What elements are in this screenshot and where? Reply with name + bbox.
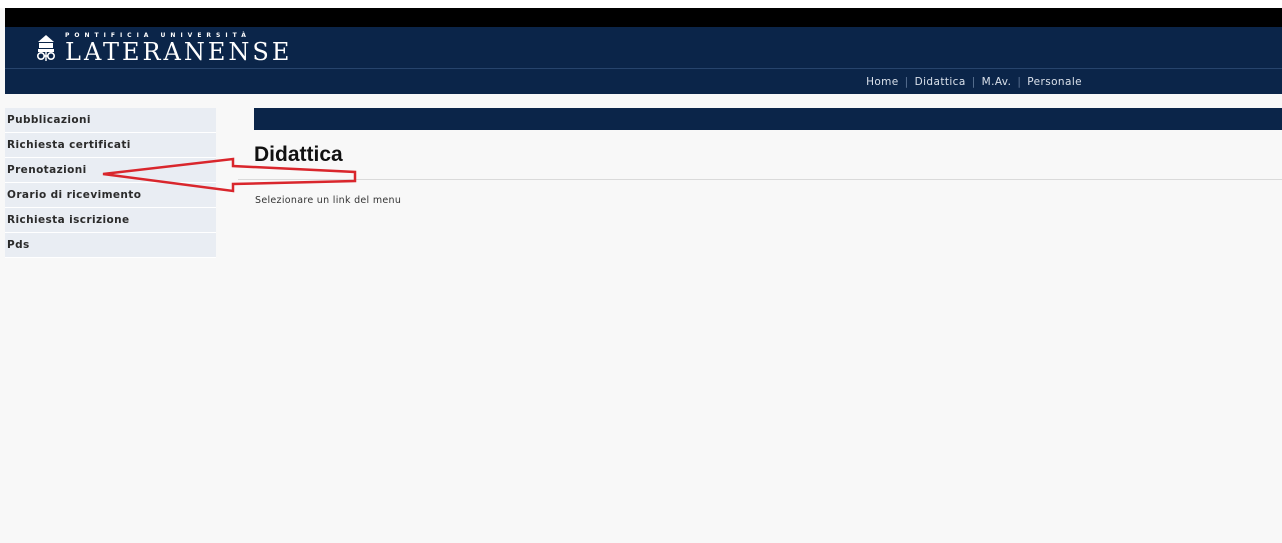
- sidebar-item-pubblicazioni[interactable]: Pubblicazioni: [5, 108, 216, 133]
- sidebar-item-orario-di-ricevimento[interactable]: Orario di ricevimento: [5, 183, 216, 208]
- site-header: PONTIFICIA UNIVERSITÀ LATERANENSE: [5, 27, 1282, 68]
- nav-personale[interactable]: Personale: [1021, 76, 1088, 88]
- sidebar-item-prenotazioni[interactable]: Prenotazioni: [5, 158, 216, 183]
- page-title: Didattica: [254, 143, 343, 166]
- university-logo[interactable]: PONTIFICIA UNIVERSITÀ LATERANENSE: [33, 27, 292, 68]
- instruction-text: Selezionare un link del menu: [255, 195, 402, 206]
- sidebar-item-richiesta-iscrizione[interactable]: Richiesta iscrizione: [5, 208, 216, 233]
- nav-mav[interactable]: M.Av.: [976, 76, 1018, 88]
- sidebar-item-richiesta-certificati[interactable]: Richiesta certificati: [5, 133, 216, 158]
- content-header-bar: [254, 108, 1282, 130]
- sidebar-item-pds[interactable]: Pds: [5, 233, 216, 258]
- nav-didattica[interactable]: Didattica: [909, 76, 972, 88]
- logo-title: LATERANENSE: [65, 37, 293, 66]
- top-navigation: Home | Didattica | M.Av. | Personale: [5, 68, 1282, 94]
- top-black-bar: [5, 8, 1282, 27]
- top-margin: [0, 0, 1282, 8]
- title-divider: [238, 179, 1282, 180]
- papal-emblem-icon: [37, 34, 56, 61]
- nav-home[interactable]: Home: [860, 76, 905, 88]
- sidebar-menu: Pubblicazioni Richiesta certificati Pren…: [5, 108, 216, 258]
